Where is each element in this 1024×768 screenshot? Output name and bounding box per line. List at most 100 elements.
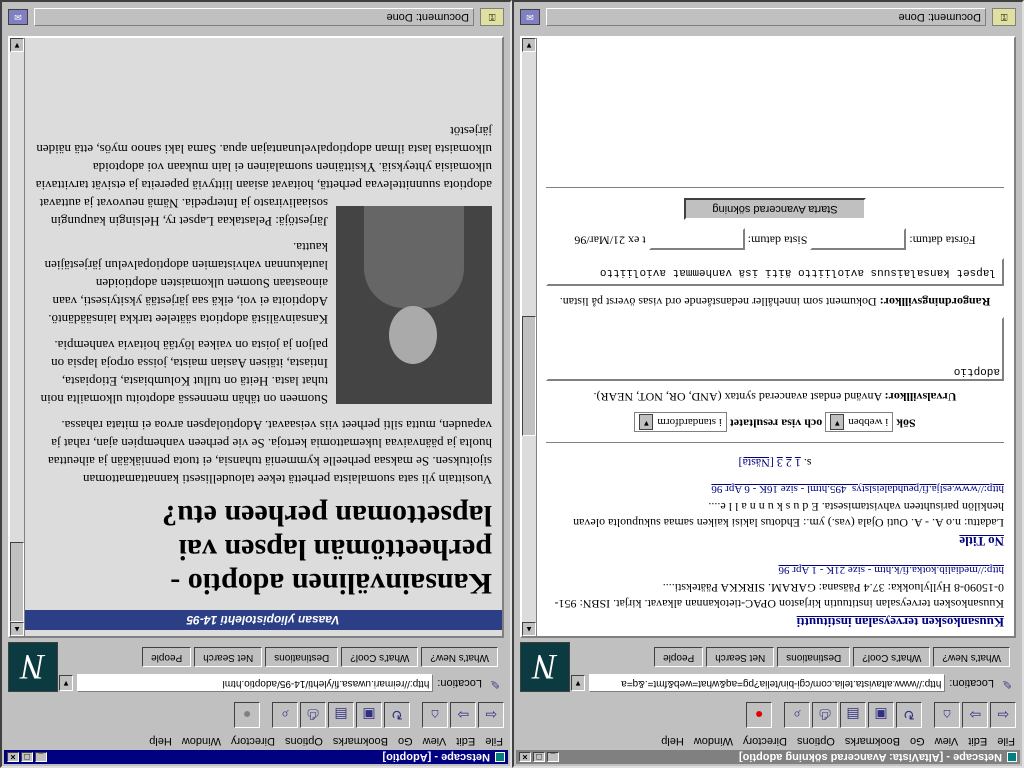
menu-go[interactable]: Go [905, 732, 930, 749]
menu-options[interactable]: Options [280, 732, 328, 749]
forward-icon[interactable]: ⇨ [450, 702, 476, 728]
status-bar: ⚿ Document: Done ✉ [516, 4, 1020, 30]
netscape-app-icon [1007, 752, 1017, 762]
images-icon[interactable]: ▣ [356, 702, 382, 728]
minimize-button[interactable]: _ [547, 752, 559, 762]
scroll-up-icon[interactable]: ▲ [522, 622, 536, 636]
destinations-button[interactable]: Destinations [265, 647, 339, 667]
page-content: Kuusankosken terveysalan instituutti Kuu… [520, 36, 1016, 638]
first-date-input[interactable] [810, 228, 907, 250]
back-icon[interactable]: ⇦ [990, 702, 1016, 728]
print-icon[interactable]: ⎙ [300, 702, 326, 728]
result-title-link[interactable]: Kuusankosken terveysalan instituutti [797, 615, 1004, 630]
menu-directory[interactable]: Directory [226, 732, 280, 749]
netscape-logo[interactable]: N [520, 642, 570, 692]
menu-file[interactable]: File [992, 732, 1020, 749]
find-icon[interactable]: ⌕ [784, 702, 810, 728]
window-title-bar[interactable]: Netscape - [AltaVista: Avancerad sökning… [516, 750, 1020, 764]
bookmark-icon[interactable]: ✎ [998, 675, 1016, 691]
stop-icon[interactable]: ● [234, 702, 260, 728]
location-dropdown-icon[interactable]: ▼ [59, 675, 73, 691]
divider [546, 187, 1004, 188]
menu-bookmarks[interactable]: Bookmarks [840, 732, 905, 749]
start-advanced-search-button[interactable]: Starta Avancerad sökning [684, 198, 866, 220]
result-url-link[interactable]: http://medialib.kotka.fi/k.htm - size 21… [779, 564, 1004, 576]
menu-file[interactable]: File [480, 732, 508, 749]
menu-help[interactable]: Help [144, 732, 177, 749]
maximize-button[interactable]: □ [533, 752, 545, 762]
vertical-scrollbar[interactable]: ▲ ▼ [10, 38, 25, 636]
images-icon[interactable]: ▣ [868, 702, 894, 728]
pager-prefix: s. [803, 456, 812, 470]
home-icon[interactable]: ⌂ [422, 702, 448, 728]
whats-cool-button[interactable]: What's Cool? [341, 647, 419, 667]
location-input[interactable]: http://www.altavista.telia.com/cgi-bin/t… [589, 674, 946, 692]
open-icon[interactable]: ▤ [840, 702, 866, 728]
menu-directory[interactable]: Directory [738, 732, 792, 749]
net-search-button[interactable]: Net Search [194, 647, 263, 667]
menu-go[interactable]: Go [393, 732, 418, 749]
print-icon[interactable]: ⎙ [812, 702, 838, 728]
menu-bar: File Edit View Go Bookmarks Options Dire… [4, 732, 508, 749]
reload-icon[interactable]: ↻ [384, 702, 410, 728]
whats-cool-button[interactable]: What's Cool? [853, 647, 931, 667]
whats-new-button[interactable]: What's New? [421, 647, 498, 667]
last-date-input[interactable] [648, 228, 745, 250]
whats-new-button[interactable]: What's New? [933, 647, 1010, 667]
menu-window[interactable]: Window [689, 732, 738, 749]
scroll-down-icon[interactable]: ▼ [522, 38, 536, 52]
minimize-button[interactable]: _ [35, 752, 47, 762]
article: Vaasan yliopistolehti 14-95 Kansainvälin… [24, 38, 502, 636]
home-icon[interactable]: ⌂ [934, 702, 960, 728]
result-item: Kuusankosken terveysalan instituutti Kuu… [546, 563, 1005, 630]
forward-icon[interactable]: ⇨ [962, 702, 988, 728]
destinations-button[interactable]: Destinations [777, 647, 851, 667]
menu-view[interactable]: View [930, 732, 964, 749]
mail-icon[interactable]: ✉ [520, 9, 540, 25]
menu-view[interactable]: View [418, 732, 452, 749]
next-page-link[interactable]: [Nästa] [739, 456, 774, 470]
bookmark-icon[interactable]: ✎ [486, 675, 504, 691]
scroll-down-icon[interactable]: ▼ [10, 38, 24, 52]
ranking-input[interactable]: lapset kansalaisuus avioliitto äiti isä … [546, 258, 1004, 286]
scroll-thumb[interactable] [522, 316, 536, 436]
mail-icon[interactable]: ✉ [8, 9, 28, 25]
stop-icon[interactable]: ● [746, 702, 772, 728]
result-description: Kuusankosken terveysalan instituutin kir… [554, 581, 1005, 611]
page-link-2[interactable]: 2 [786, 456, 792, 470]
result-title-link[interactable]: No Title [959, 534, 1004, 549]
result-format-select[interactable]: i standardform▼ [634, 412, 727, 432]
scroll-up-icon[interactable]: ▲ [10, 622, 24, 636]
page-link-1[interactable]: 1 [795, 456, 801, 470]
maximize-button[interactable]: □ [21, 752, 33, 762]
result-url-link[interactable]: http://www.eslja.fi/peuhdaleislstys_495.… [711, 483, 1004, 495]
scroll-thumb[interactable] [10, 542, 24, 622]
close-button[interactable]: × [519, 752, 531, 762]
menu-options[interactable]: Options [792, 732, 840, 749]
search-scope-row: Sök i webben▼ och visa resultatet i stan… [546, 412, 1004, 432]
reload-icon[interactable]: ↻ [896, 702, 922, 728]
back-icon[interactable]: ⇦ [478, 702, 504, 728]
net-search-button[interactable]: Net Search [706, 647, 775, 667]
close-button[interactable]: × [7, 752, 19, 762]
newsletter-banner: Vaasan yliopistolehti 14-95 [24, 610, 502, 630]
find-icon[interactable]: ⌕ [272, 702, 298, 728]
navigation-toolbar: ⇦ ⇨ ⌂ ↻ ▣ ▤ ⎙ ⌕ ● [520, 700, 1016, 730]
location-bar: ✎ Location: http://www.altavista.telia.c… [571, 672, 1016, 694]
query-textarea[interactable]: adoptio [546, 317, 1004, 381]
window-title-bar[interactable]: Netscape - [Adoptio] _ □ × [4, 750, 508, 764]
menu-edit[interactable]: Edit [963, 732, 992, 749]
people-button[interactable]: People [654, 647, 704, 667]
open-icon[interactable]: ▤ [328, 702, 354, 728]
search-scope-select[interactable]: i webben▼ [825, 412, 894, 432]
location-dropdown-icon[interactable]: ▼ [571, 675, 585, 691]
vertical-scrollbar[interactable]: ▲ ▼ [522, 38, 537, 636]
page-link-3[interactable]: 3 [777, 456, 783, 470]
location-input[interactable]: http://reimari.uwasa.fi/ylehti/14-95/ado… [77, 674, 434, 692]
menu-bookmarks[interactable]: Bookmarks [328, 732, 393, 749]
menu-edit[interactable]: Edit [451, 732, 480, 749]
people-button[interactable]: People [142, 647, 192, 667]
menu-window[interactable]: Window [177, 732, 226, 749]
netscape-logo[interactable]: N [8, 642, 58, 692]
menu-help[interactable]: Help [656, 732, 689, 749]
